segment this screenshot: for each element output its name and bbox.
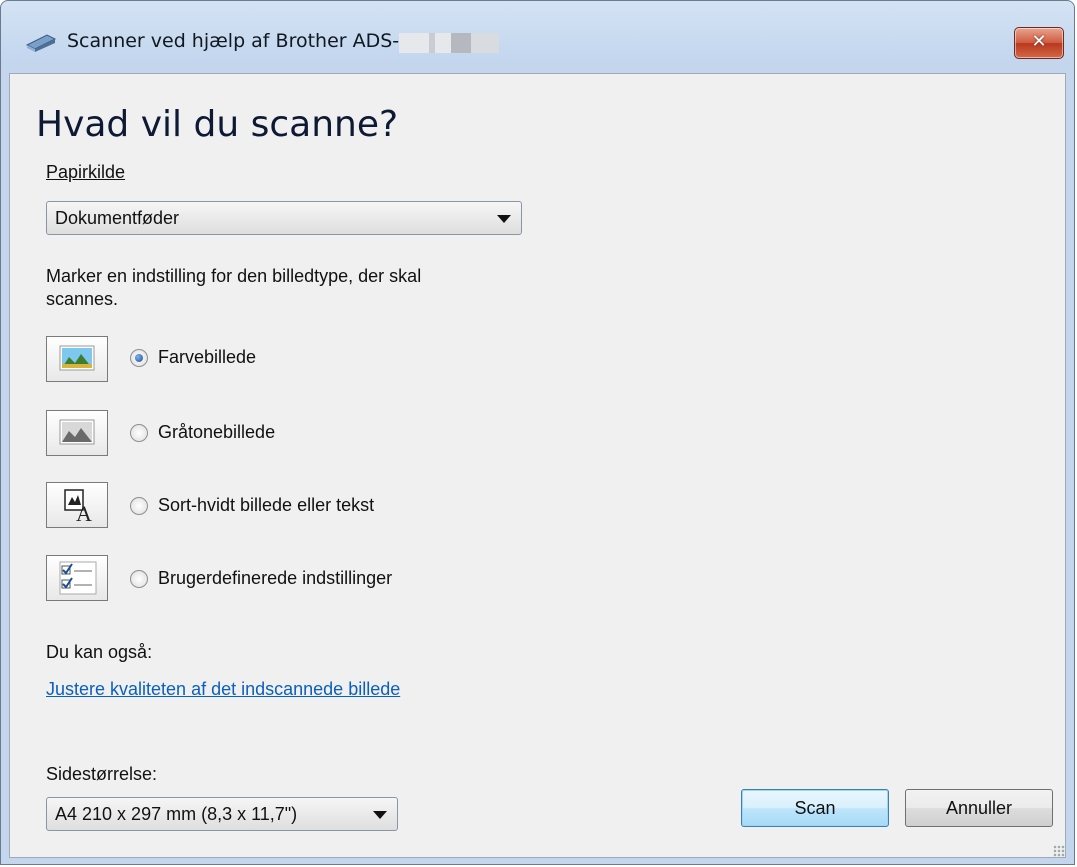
black-white-text-radio[interactable]: [130, 497, 148, 515]
paper-source-value: Dokumentføder: [55, 208, 180, 228]
custom-settings-radio[interactable]: [130, 570, 148, 588]
scan-button[interactable]: Scan: [741, 789, 889, 827]
svg-text:A: A: [76, 501, 92, 526]
chevron-down-icon: [497, 215, 511, 223]
close-button[interactable]: ✕: [1014, 27, 1064, 59]
grayscale-picture-icon: [46, 410, 108, 456]
also-label: Du kan også:: [46, 642, 153, 662]
paper-source-label: Papirkilde: [46, 162, 125, 183]
chevron-down-icon: [373, 811, 387, 819]
page-size-value: A4 210 x 297 mm (8,3 x 11,7"): [55, 804, 298, 824]
custom-settings-icon: [46, 555, 108, 601]
cancel-button[interactable]: Annuller: [905, 789, 1053, 827]
page-size-dropdown[interactable]: A4 210 x 297 mm (8,3 x 11,7"): [46, 797, 398, 831]
grayscale-picture-label[interactable]: Gråtonebillede: [158, 422, 275, 443]
redacted-model-number: [399, 33, 499, 53]
window-title: Scanner ved hjælp af Brother ADS-: [67, 30, 400, 52]
black-white-text-icon: A: [46, 482, 108, 528]
instruction-line-1: Marker en indstilling for den billedtype…: [46, 266, 422, 286]
custom-settings-label[interactable]: Brugerdefinerede indstillinger: [158, 568, 392, 589]
color-picture-icon: [46, 336, 108, 382]
grayscale-picture-radio[interactable]: [130, 424, 148, 442]
scanner-icon: [25, 34, 57, 52]
page-title: Hvad vil du scanne?: [36, 104, 399, 145]
color-picture-label[interactable]: Farvebillede: [158, 347, 256, 368]
title-bar[interactable]: Scanner ved hjælp af Brother ADS- ✕: [1, 1, 1074, 73]
instruction-line-2: scannes.: [46, 289, 119, 309]
resize-grip[interactable]: [1053, 845, 1065, 857]
paper-source-label-text: Papirkilde: [46, 162, 126, 182]
color-picture-radio[interactable]: [130, 349, 148, 367]
adjust-quality-link[interactable]: Justere kvaliteten af det indscannede bi…: [46, 679, 400, 700]
close-icon: ✕: [1031, 31, 1047, 52]
dialog-client-area: [9, 73, 1066, 858]
page-size-label: Sidestørrelse:: [46, 764, 158, 784]
black-white-text-label[interactable]: Sort-hvidt billede eller tekst: [158, 495, 374, 516]
paper-source-dropdown[interactable]: Dokumentføder: [46, 201, 522, 235]
